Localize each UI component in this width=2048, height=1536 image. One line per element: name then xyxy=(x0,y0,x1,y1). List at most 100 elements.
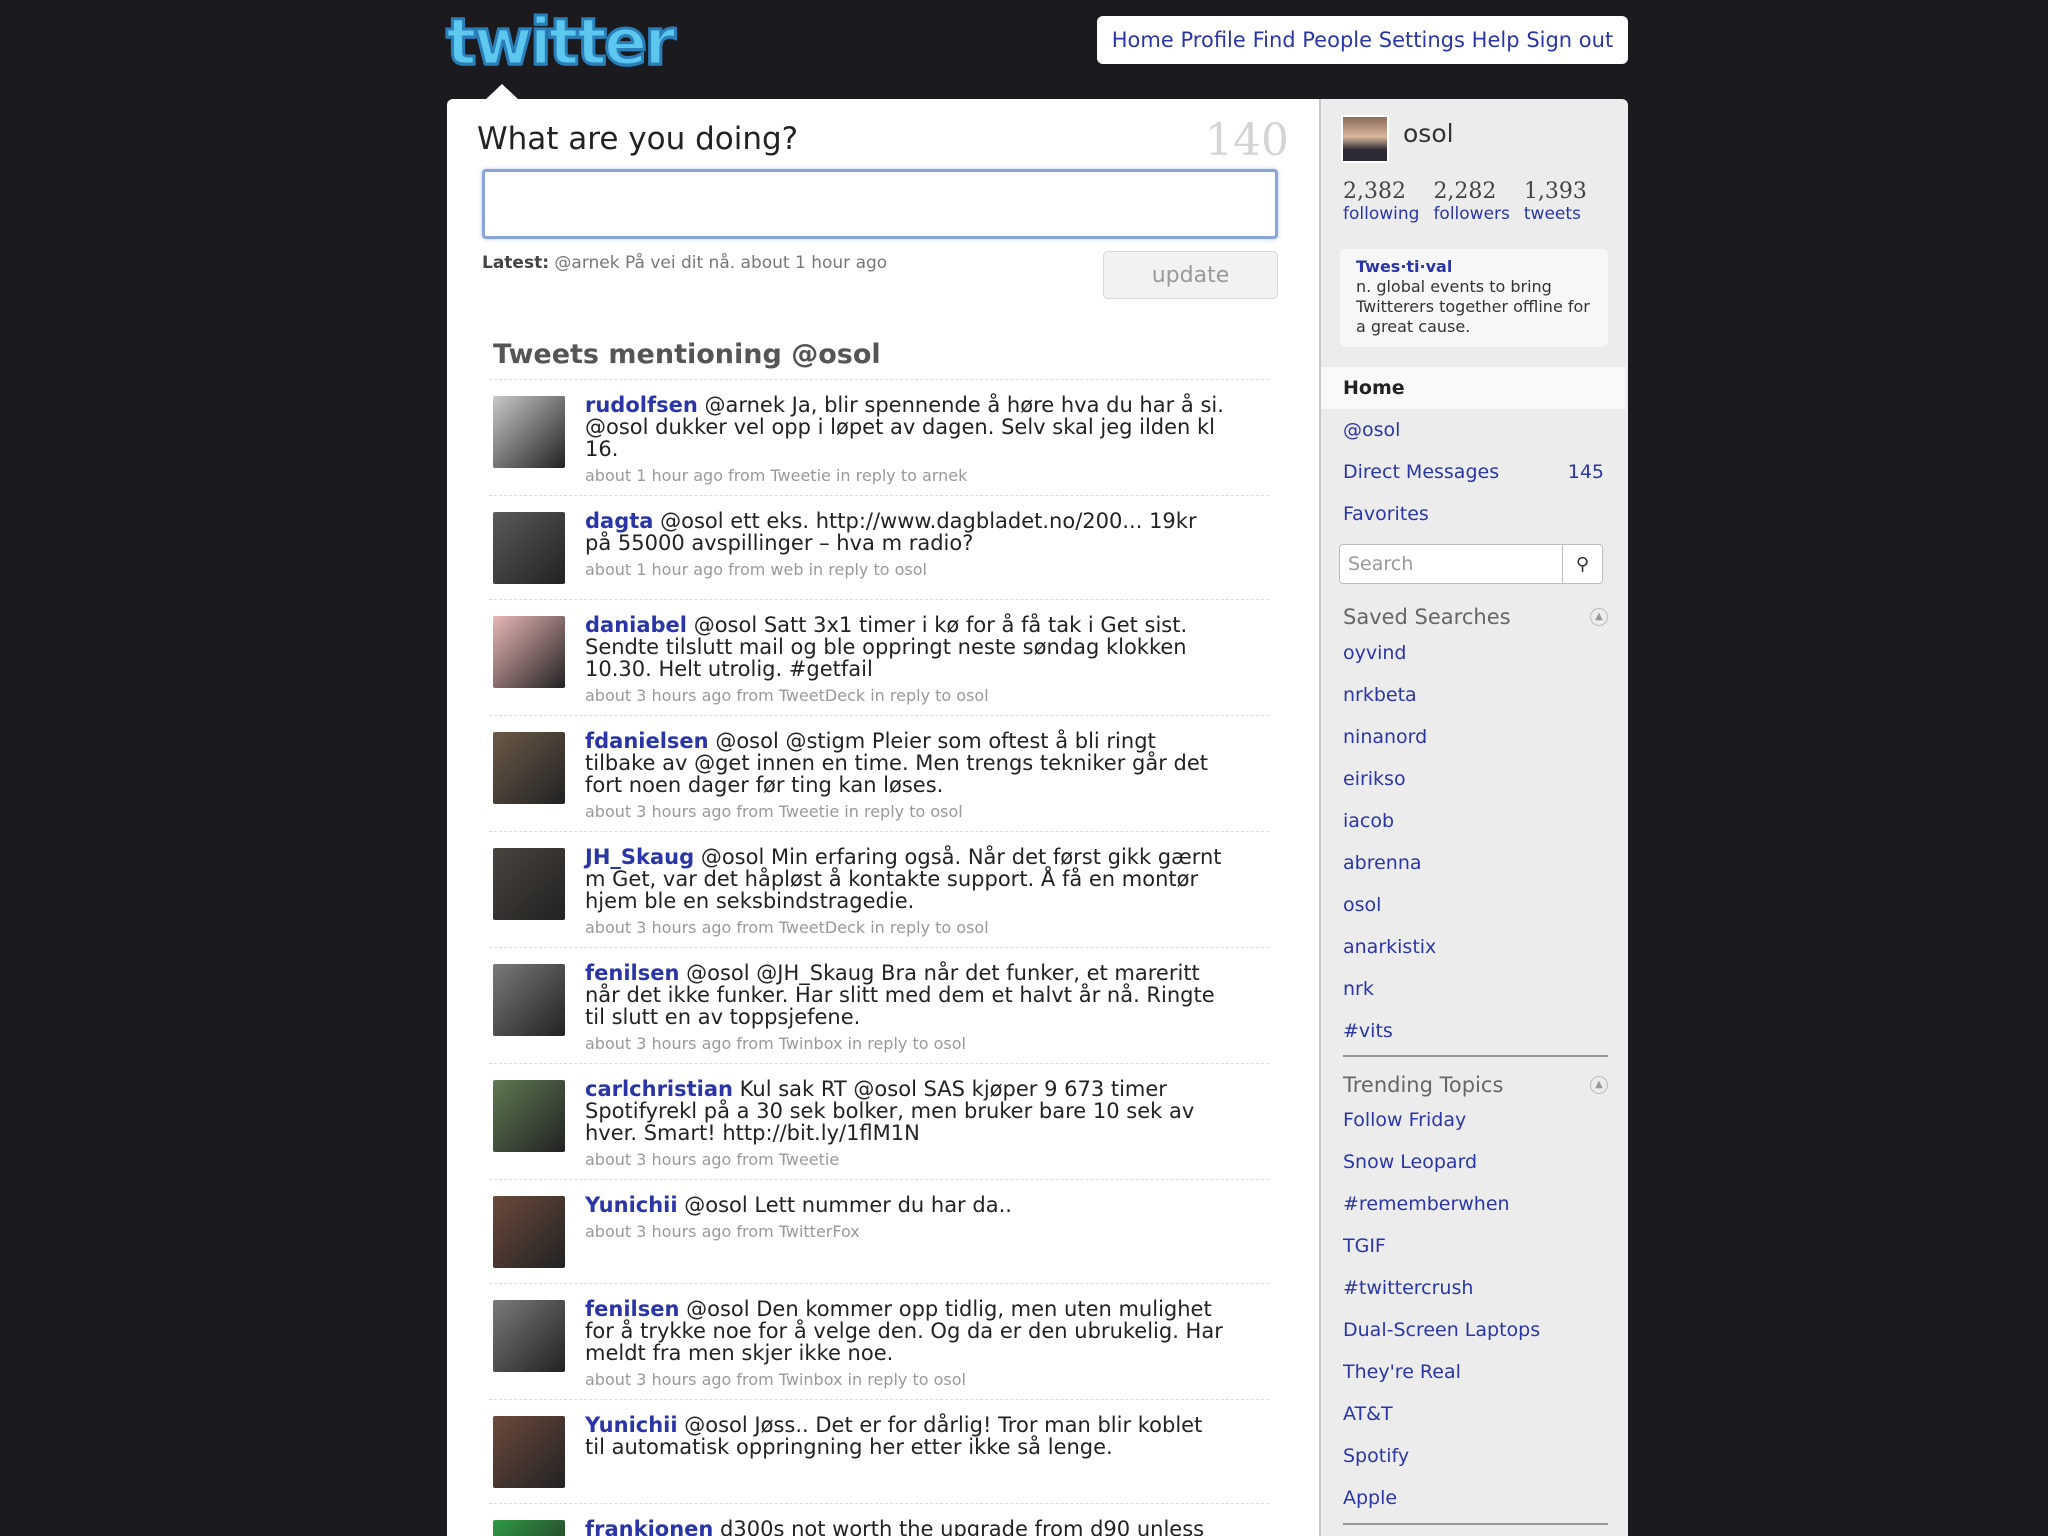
nav-settings-link[interactable]: Settings xyxy=(1379,28,1465,52)
search-icon: ⚲ xyxy=(1575,553,1590,575)
tweet-avatar[interactable] xyxy=(493,512,565,584)
twestival-box[interactable]: Twes·ti·val n. global events to bring Tw… xyxy=(1340,249,1608,347)
collapse-icon[interactable]: ▲ xyxy=(1590,1076,1608,1094)
stat-followers[interactable]: 2,282 followers xyxy=(1433,179,1509,224)
trending-topic-link[interactable]: #twittercrush xyxy=(1343,1267,1623,1309)
tweet-body: @osol ett eks. http://www.dagbladet.no/2… xyxy=(585,509,1197,555)
tweet-avatar[interactable] xyxy=(493,964,565,1036)
tweet-avatar[interactable] xyxy=(493,1416,565,1488)
sidebar: osol 2,382 following 2,282 followers 1,3… xyxy=(1319,99,1628,1536)
sidebar-username[interactable]: osol xyxy=(1403,119,1454,148)
trending-topic-link[interactable]: TGIF xyxy=(1343,1225,1623,1267)
trending-topic-link[interactable]: AT&T xyxy=(1343,1393,1623,1435)
tweet-row: JH_Skaug @osol Min erfaring også. Når de… xyxy=(489,831,1269,947)
collapse-icon[interactable]: ▲ xyxy=(1590,608,1608,626)
character-counter: 140 xyxy=(1205,115,1289,166)
twitter-logo[interactable]: twitter xyxy=(445,10,691,77)
trending-topic-link[interactable]: #rememberwhen xyxy=(1343,1183,1623,1225)
tweet-row: Yunichii @osol Lett nummer du har da.. ab… xyxy=(489,1179,1269,1283)
tweet-avatar[interactable] xyxy=(493,616,565,688)
tweet-row: fdanielsen @osol @stigm Pleier som oftes… xyxy=(489,715,1269,831)
tweet-meta: about 3 hours ago from TweetDeck in repl… xyxy=(585,918,989,937)
trending-topic-link[interactable]: Dual-Screen Laptops xyxy=(1343,1309,1623,1351)
tweet-avatar[interactable] xyxy=(493,1520,565,1536)
tweet-text: Yunichii @osol Jøss.. Det er for dårlig!… xyxy=(585,1414,1225,1458)
search-input[interactable]: Search xyxy=(1339,544,1563,584)
stat-number: 2,282 xyxy=(1433,179,1497,204)
twestival-heading: Twes·ti·val xyxy=(1356,257,1453,276)
trending-topics-title: Trending Topics ▲ xyxy=(1343,1073,1608,1097)
tweet-username-link[interactable]: Yunichii xyxy=(585,1413,678,1437)
tweet-text: carlchristian Kul sak RT @osol SAS kjøpe… xyxy=(585,1078,1225,1144)
stat-number: 1,393 xyxy=(1523,179,1587,204)
tweet-username-link[interactable]: Yunichii xyxy=(585,1193,678,1217)
status-textarea[interactable] xyxy=(482,169,1278,239)
saved-search-link[interactable]: eirikso xyxy=(1343,758,1623,800)
saved-searches-title: Saved Searches ▲ xyxy=(1343,605,1608,629)
saved-search-link[interactable]: ninanord xyxy=(1343,716,1623,758)
saved-searches-label: Saved Searches xyxy=(1343,605,1511,629)
status-prompt: What are you doing? xyxy=(477,121,799,157)
stat-following[interactable]: 2,382 following xyxy=(1343,179,1419,224)
sidebar-item-home[interactable]: Home xyxy=(1321,367,1626,409)
latest-status: Latest: @arnek På vei dit nå. about 1 ho… xyxy=(482,253,887,273)
tweet-username-link[interactable]: fenilsen xyxy=(585,1297,679,1321)
tweet-meta: about 3 hours ago from Tweetie in reply … xyxy=(585,802,963,821)
tweet-meta: about 3 hours ago from TweetDeck in repl… xyxy=(585,686,989,705)
tweet-list: rudolfsen @arnek Ja, blir spennende å hø… xyxy=(489,379,1269,1536)
nav-help-link[interactable]: Help xyxy=(1472,28,1520,52)
tweet-row: daniabel @osol Satt 3x1 timer i kø for å… xyxy=(489,599,1269,715)
tweet-text: fenilsen @osol @JH_Skaug Bra når det fun… xyxy=(585,962,1225,1028)
nav-find-people-link[interactable]: Find People xyxy=(1253,28,1372,52)
tweet-username-link[interactable]: rudolfsen xyxy=(585,393,698,417)
tweet-username-link[interactable]: fenilsen xyxy=(585,961,679,985)
saved-search-link[interactable]: nrkbeta xyxy=(1343,674,1623,716)
saved-search-link[interactable]: iacob xyxy=(1343,800,1623,842)
tweet-username-link[interactable]: dagta xyxy=(585,509,653,533)
nav-sign-out-link[interactable]: Sign out xyxy=(1526,28,1613,52)
tweet-username-link[interactable]: carlchristian xyxy=(585,1077,733,1101)
trending-topic-link[interactable]: Follow Friday xyxy=(1343,1099,1623,1141)
sidebar-item-direct-messages[interactable]: Direct Messages 145 xyxy=(1321,451,1626,493)
tweet-avatar[interactable] xyxy=(493,1196,565,1268)
user-avatar[interactable] xyxy=(1341,115,1389,163)
tweet-avatar[interactable] xyxy=(493,1080,565,1152)
tweet-text: JH_Skaug @osol Min erfaring også. Når de… xyxy=(585,846,1225,912)
stat-tweets[interactable]: 1,393 tweets xyxy=(1524,179,1587,224)
tweet-avatar[interactable] xyxy=(493,848,565,920)
twestival-text: n. global events to bring Twitterers tog… xyxy=(1356,277,1590,336)
trending-topic-link[interactable]: Spotify xyxy=(1343,1435,1623,1477)
sidebar-item-favorites[interactable]: Favorites xyxy=(1321,493,1626,535)
tweet-username-link[interactable]: fdanielsen xyxy=(585,729,709,753)
top-navigation: Home Profile Find People Settings Help S… xyxy=(1097,16,1628,64)
stat-label: followers xyxy=(1433,204,1510,224)
saved-search-link[interactable]: anarkistix xyxy=(1343,926,1623,968)
tweet-meta: about 1 hour ago from web in reply to os… xyxy=(585,560,927,579)
saved-search-link[interactable]: osol xyxy=(1343,884,1623,926)
tweet-avatar[interactable] xyxy=(493,732,565,804)
sidebar-item-label: Favorites xyxy=(1343,503,1429,525)
search-button[interactable]: ⚲ xyxy=(1563,544,1603,584)
tweet-avatar[interactable] xyxy=(493,1300,565,1372)
trending-topic-link[interactable]: They're Real xyxy=(1343,1351,1623,1393)
sidebar-item-mentions[interactable]: @osol xyxy=(1321,409,1626,451)
tweet-username-link[interactable]: JH_Skaug xyxy=(585,845,694,869)
trending-topic-link[interactable]: Apple xyxy=(1343,1477,1623,1519)
nav-home-link[interactable]: Home xyxy=(1112,28,1174,52)
saved-searches-list: oyvind nrkbeta ninanord eirikso iacob abrenna… xyxy=(1343,632,1623,1052)
trending-topic-link[interactable]: Snow Leopard xyxy=(1343,1141,1623,1183)
tweet-username-link[interactable]: frankjonen xyxy=(585,1517,713,1536)
latest-label: Latest: xyxy=(482,253,550,273)
nav-profile-link[interactable]: Profile xyxy=(1181,28,1246,52)
saved-search-link[interactable]: abrenna xyxy=(1343,842,1623,884)
tweet-username-link[interactable]: daniabel xyxy=(585,613,687,637)
update-button[interactable]: update xyxy=(1103,251,1278,299)
saved-search-link[interactable]: oyvind xyxy=(1343,632,1623,674)
tweet-meta: about 3 hours ago from Twinbox in reply … xyxy=(585,1370,966,1389)
saved-search-link[interactable]: #vits xyxy=(1343,1010,1623,1052)
tweet-avatar[interactable] xyxy=(493,396,565,468)
saved-search-link[interactable]: nrk xyxy=(1343,968,1623,1010)
tweet-body: @osol Den kommer opp tidlig, men uten mu… xyxy=(585,1297,1223,1365)
latest-text: @arnek På vei dit nå. about 1 hour ago xyxy=(554,253,888,273)
sidebar-menu: Home @osol Direct Messages 145 Favorites xyxy=(1321,367,1626,535)
